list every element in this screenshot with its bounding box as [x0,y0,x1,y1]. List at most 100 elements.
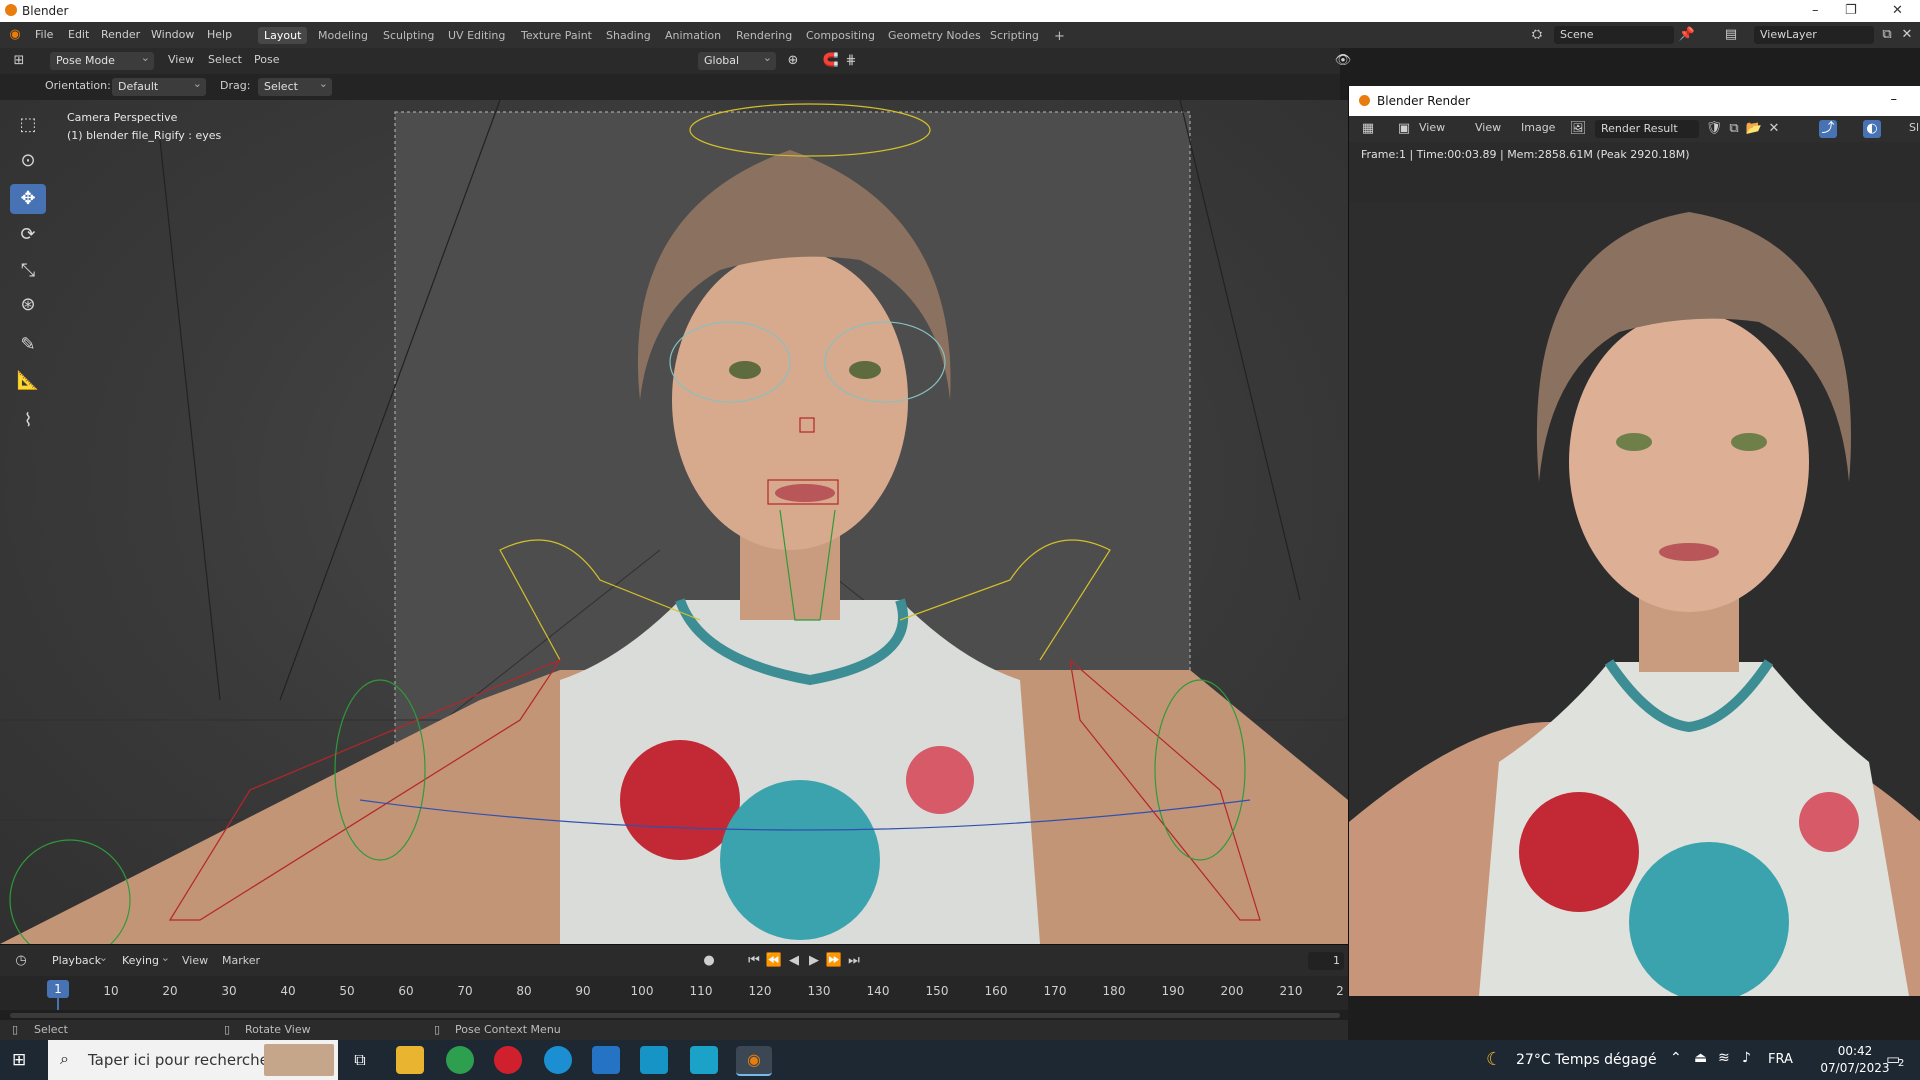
jump-start-icon[interactable]: ⏮ [745,952,763,970]
menu-image[interactable]: Image [1521,121,1555,134]
task-view-icon[interactable]: ⧉ [346,1046,374,1074]
menu-window[interactable]: Window [151,28,194,41]
select-box-tool-icon[interactable]: ⬚ [10,110,46,140]
editor-type-icon[interactable]: ⊞ [10,52,28,70]
pin-icon[interactable]: 📌 [1678,26,1696,44]
store-icon[interactable] [592,1046,620,1074]
annotate-tool-icon[interactable]: ✎ [10,330,46,360]
snap-target-icon[interactable]: ⋕ [842,52,860,70]
transform-orientation-dropdown[interactable]: Global [698,49,776,70]
tab-layout[interactable]: Layout [258,27,308,44]
transform-tool-icon[interactable]: ⊛ [10,290,46,320]
minimize-button[interactable]: – [1812,3,1819,18]
tab-compositing[interactable]: Compositing [800,27,881,44]
play-icon[interactable]: ▶ [805,952,823,970]
view-mode-icon[interactable]: ▣ [1395,120,1413,138]
tab-modeling[interactable]: Modeling [312,27,374,44]
menu-view[interactable]: View [168,53,194,66]
tab-texture-paint[interactable]: Texture Paint [515,27,598,44]
viewlayer-icon[interactable]: ▤ [1722,26,1740,44]
pivot-icon[interactable]: ⊕ [784,52,802,70]
scale-tool-icon[interactable]: ⤡ [10,256,46,286]
opera-icon[interactable] [494,1046,522,1074]
language-indicator[interactable]: FRA [1768,1052,1793,1067]
volume-icon[interactable]: ♪ [1742,1050,1751,1066]
tab-animation[interactable]: Animation [659,27,727,44]
move-tool-icon[interactable]: ✥ [10,184,46,214]
cursor-tool-icon[interactable]: ⊙ [10,146,46,176]
tab-uv-editing[interactable]: UV Editing [442,27,511,44]
playhead[interactable]: 1 [47,980,69,998]
orientation-dropdown[interactable]: Default [112,75,206,96]
tab-rendering[interactable]: Rendering [730,27,798,44]
remove-viewlayer-icon[interactable]: ✕ [1898,26,1916,44]
menu-help[interactable]: Help [207,28,232,41]
menu-select[interactable]: Select [208,53,242,66]
menu-view[interactable]: View [182,954,208,967]
usb-icon[interactable]: ⏏ [1694,1050,1707,1066]
scene-field[interactable]: Scene [1554,26,1674,44]
new-viewlayer-icon[interactable]: ⧉ [1878,26,1896,44]
record-icon[interactable]: ● [700,952,718,970]
scrollbar-thumb[interactable] [10,1013,1340,1018]
add-workspace-button[interactable]: + [1048,27,1071,46]
jump-end-icon[interactable]: ⏭ [845,952,863,970]
tray-chevron-icon[interactable]: ⌃ [1670,1050,1682,1066]
rotate-tool-icon[interactable]: ⟳ [10,220,46,250]
windows-start-icon[interactable]: ⊞ [12,1050,32,1070]
bone-tool-icon[interactable]: ⌇ [10,406,46,436]
mode-dropdown[interactable]: Pose Mode [50,49,154,70]
ccleaner-icon[interactable] [544,1046,572,1074]
clock-date[interactable]: 07/07/2023 [1820,1061,1890,1075]
blender-taskbar-icon[interactable]: ◉ [736,1046,772,1076]
tab-scripting[interactable]: Scripting [984,27,1045,44]
menu-view[interactable]: View [1475,121,1501,134]
current-frame-field[interactable]: 1 [1308,952,1344,970]
gizmo-icon[interactable]: ⤴ [1819,120,1837,138]
tab-geometry-nodes[interactable]: Geometry Nodes [882,27,987,44]
playback-dropdown[interactable]: Playback [46,949,112,970]
timeline-ruler[interactable]: 1 10 20 30 40 50 60 70 80 90 100 110 120… [0,976,1348,1020]
menu-file[interactable]: File [35,28,53,41]
render-result-image[interactable] [1349,202,1920,996]
open-image-icon[interactable]: 📂 [1745,120,1763,138]
play-reverse-icon[interactable]: ◀ [785,952,803,970]
prev-keyframe-icon[interactable]: ⏪ [765,952,783,970]
weather-text[interactable]: 27°C Temps dégagé [1516,1052,1657,1068]
scene-icon[interactable]: ⛭ [1528,26,1546,44]
menu-marker[interactable]: Marker [222,954,260,967]
file-explorer-icon[interactable] [396,1046,424,1074]
clock-time[interactable]: 00:42 [1820,1044,1890,1058]
tab-shading[interactable]: Shading [600,27,657,44]
unlink-image-icon[interactable]: ✕ [1765,120,1783,138]
wifi-icon[interactable]: ≋ [1718,1050,1730,1066]
next-keyframe-icon[interactable]: ⏩ [825,952,843,970]
viewlayer-field[interactable]: ViewLayer [1754,26,1874,44]
image-name-field[interactable]: Render Result [1595,120,1699,138]
tab-sculpting[interactable]: Sculpting [377,27,440,44]
taskbar-search-box[interactable]: ⌕ Taper ici pour rechercher [48,1040,338,1080]
menu-pose[interactable]: Pose [254,53,279,66]
visibility-icon[interactable]: 👁 [1334,52,1352,70]
blender-menu-icon[interactable]: ◉ [6,26,24,44]
measure-tool-icon[interactable]: 📐 [10,366,46,396]
drag-dropdown[interactable]: Select Box [258,75,332,111]
mail-app-icon[interactable] [640,1046,668,1074]
overlay-icon[interactable]: ◐ [1863,120,1881,138]
menu-render[interactable]: Render [101,28,140,41]
restore-button[interactable]: ❐ [1845,3,1857,18]
chrome-icon[interactable] [446,1046,474,1074]
fake-user-icon[interactable]: 🛡 [1705,120,1723,138]
editor-type-icon[interactable]: ◷ [12,952,30,970]
image-browse-icon[interactable]: 🖼 [1569,120,1587,138]
close-button[interactable]: ✕ [1892,3,1903,18]
editor-type-icon[interactable]: ▦ [1359,120,1377,138]
view-dropdown[interactable]: View [1419,121,1445,134]
keying-dropdown[interactable]: Keying [116,949,174,970]
m-app-icon[interactable] [690,1046,718,1074]
new-image-icon[interactable]: ⧉ [1725,120,1743,138]
snap-icon[interactable]: 🧲 [822,52,840,70]
3d-viewport[interactable] [0,100,1348,944]
render-minimize-button[interactable]: – [1891,92,1898,107]
menu-edit[interactable]: Edit [68,28,89,41]
